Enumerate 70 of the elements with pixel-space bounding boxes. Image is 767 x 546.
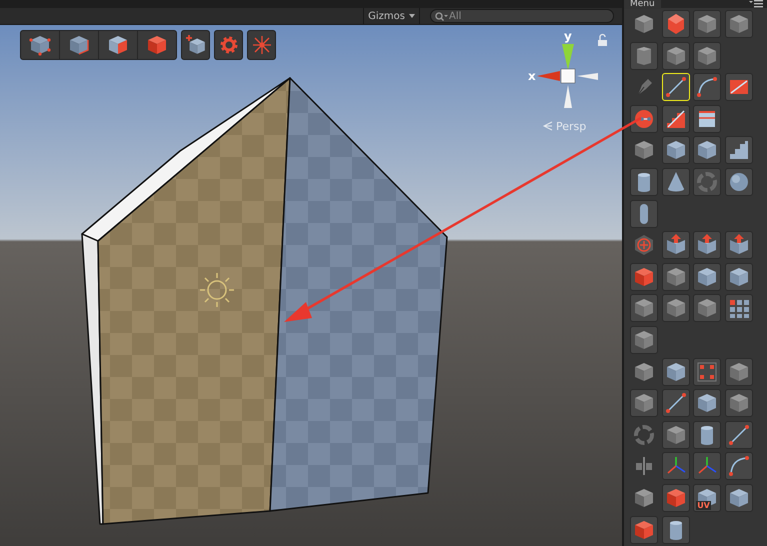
tool-button[interactable] (693, 420, 722, 449)
tool-button[interactable] (662, 262, 690, 291)
line-icon (726, 422, 751, 447)
tool-button[interactable] (724, 262, 753, 291)
tool-button[interactable] (724, 136, 753, 164)
tool-button[interactable] (662, 104, 690, 133)
tool-button[interactable] (662, 231, 690, 260)
tool-button[interactable] (693, 262, 722, 291)
tool-button[interactable] (662, 294, 690, 322)
axis-label: x (528, 69, 536, 83)
dots-icon (695, 360, 720, 384)
tool-button[interactable] (724, 73, 753, 102)
tool-button[interactable] (630, 42, 658, 70)
button-label: UV (696, 500, 711, 510)
tool-button[interactable] (662, 42, 690, 70)
tool-button[interactable] (724, 231, 753, 260)
orientation-gizmo[interactable] (537, 44, 598, 108)
tool-button[interactable] (724, 10, 753, 38)
sun-icon (200, 273, 234, 307)
search-field[interactable]: All (430, 9, 614, 23)
tool-button[interactable] (662, 136, 690, 164)
caret-icon (409, 14, 415, 18)
line-icon (664, 391, 688, 416)
tool-button[interactable] (662, 10, 690, 38)
line-icon (664, 75, 688, 100)
tool-button[interactable] (693, 104, 722, 133)
tool-button[interactable] (662, 516, 690, 544)
cube-icon (67, 33, 91, 57)
tool-button[interactable] (630, 389, 658, 418)
tool-button[interactable] (724, 358, 753, 386)
tool-button[interactable] (693, 136, 722, 164)
chevron-icon (542, 122, 552, 130)
tool-button[interactable] (662, 389, 690, 418)
tool-button[interactable] (693, 389, 722, 418)
tool-button[interactable] (693, 73, 722, 102)
menu-icon[interactable] (749, 0, 763, 8)
tool-button[interactable] (693, 231, 722, 260)
add-cube-icon (184, 33, 208, 57)
tool-button[interactable] (724, 389, 753, 418)
cube-icon (145, 33, 169, 57)
tool-button[interactable] (693, 42, 722, 70)
tool-button[interactable] (693, 294, 722, 322)
tool-button[interactable] (662, 420, 690, 449)
tool-button[interactable] (630, 326, 658, 354)
gizmos-dropdown[interactable]: Gizmos (363, 8, 420, 24)
tool-button[interactable] (181, 30, 210, 60)
cube-icon[interactable] (632, 12, 656, 36)
tool-button[interactable] (630, 168, 658, 196)
tool-button[interactable] (724, 420, 753, 449)
tool-button[interactable] (662, 358, 690, 386)
tool-button[interactable] (724, 168, 753, 196)
tool-button[interactable] (693, 10, 722, 38)
plus-icon[interactable] (632, 233, 656, 258)
tool-button[interactable]: UV (693, 484, 722, 512)
cube-icon (28, 33, 52, 57)
tool-button[interactable] (630, 200, 658, 228)
tool-button[interactable] (630, 516, 658, 544)
lock-icon[interactable] (598, 34, 607, 46)
tool-button[interactable] (630, 294, 658, 322)
tool-button[interactable] (724, 484, 753, 512)
tool-button[interactable] (662, 484, 690, 512)
tool-button[interactable] (662, 168, 690, 196)
tool-button[interactable] (724, 294, 753, 322)
tool-button[interactable] (724, 452, 753, 480)
axis-label: y (564, 29, 572, 43)
curve-icon (726, 454, 751, 478)
cube-icon (106, 33, 130, 57)
tool-button[interactable] (630, 262, 658, 291)
ring-icon (695, 170, 720, 194)
curve-icon (695, 75, 720, 100)
